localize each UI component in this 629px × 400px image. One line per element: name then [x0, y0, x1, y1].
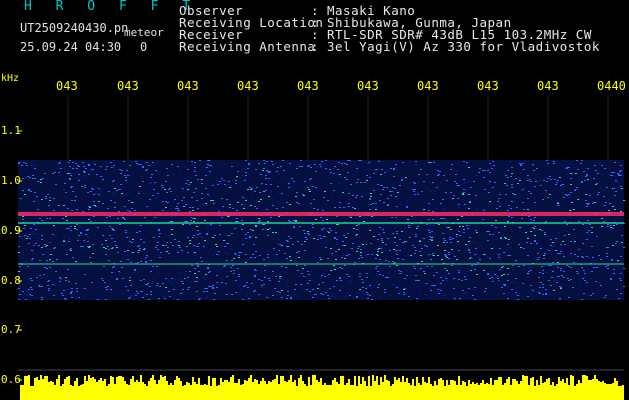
time-tick-label: 043 — [177, 79, 199, 93]
time-tick-label: 043 — [537, 79, 559, 93]
freq-tick-label: 0.7 — [1, 323, 21, 336]
freq-unit-label: kHz — [1, 73, 20, 84]
time-tick-label: 043 — [117, 79, 139, 93]
file-type: meteor — [124, 26, 164, 39]
secondary-signal-line — [18, 222, 624, 224]
spectrogram-plot — [18, 96, 625, 400]
info-value-antenna: 3el Yagi(V) Az 330 for Vladivostok — [327, 39, 600, 54]
power-bar — [20, 375, 624, 400]
time-tick-label: 043 — [477, 79, 499, 93]
time-tick-label: 0440 — [597, 79, 626, 93]
freq-tick-label: 0.9 — [1, 224, 21, 237]
freq-tick-label: 1.0 — [1, 174, 21, 187]
freq-tick-label: 0.8 — [1, 274, 21, 287]
meteor-count: 0 — [140, 40, 148, 54]
info-key-antenna: Receiving Antenna — [179, 39, 316, 54]
time-tick-label: 043 — [237, 79, 259, 93]
program-title: H R O F F T — [24, 0, 199, 14]
file-name: UT2509240430.pn — [20, 21, 129, 35]
carrier-signal-line — [18, 212, 624, 216]
time-tick-label: 043 — [357, 79, 379, 93]
time-tick-label: 043 — [56, 79, 78, 93]
freq-tick-label: 1.1 — [1, 124, 21, 137]
time-tick-label: 043 — [297, 79, 319, 93]
time-tick-label: 043 — [417, 79, 439, 93]
date-time: 25.09.24 04:30 — [20, 40, 122, 54]
info-separator: : — [311, 39, 320, 54]
freq-tick-label: 0.6 — [1, 373, 21, 386]
lower-signal-line — [18, 263, 624, 265]
